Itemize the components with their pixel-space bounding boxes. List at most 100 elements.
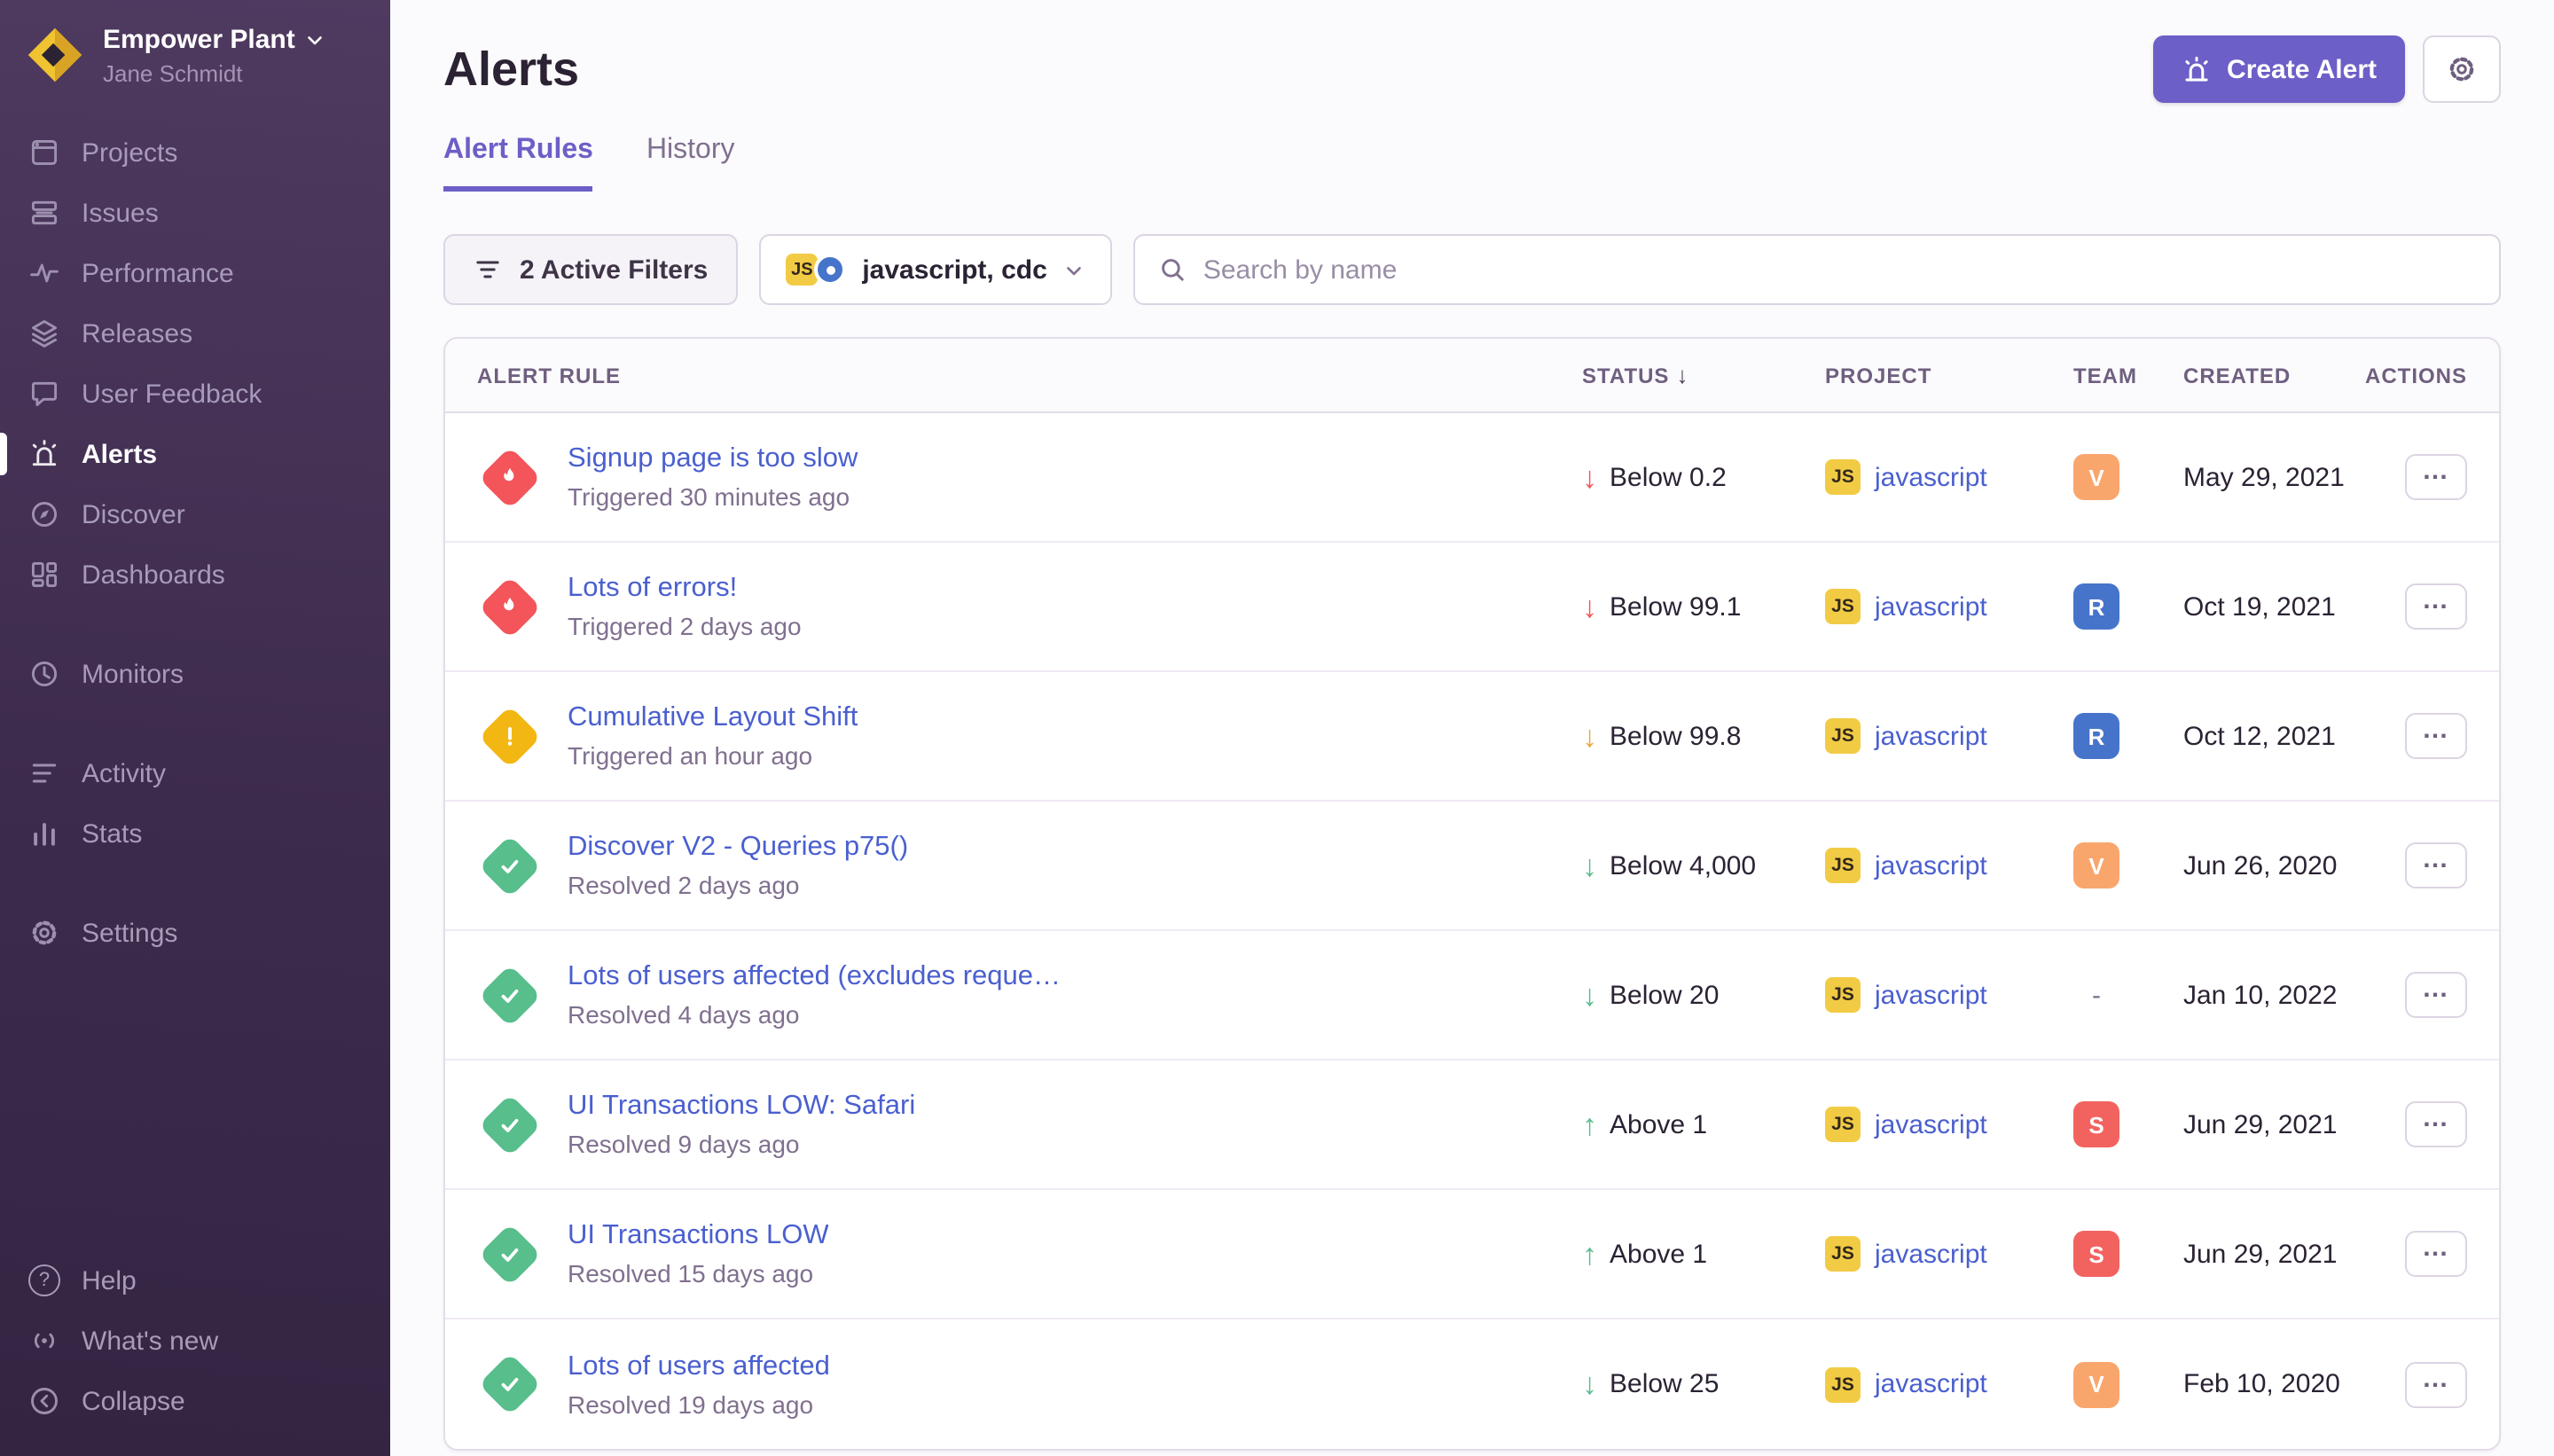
tab-bar: Alert Rules History (443, 135, 2501, 192)
sidebar-item-releases[interactable]: Releases (0, 303, 390, 364)
created-date: Jun 26, 2020 (2183, 850, 2373, 881)
sidebar-item-label: What's new (82, 1326, 218, 1356)
trend-up-icon: ↑ (1582, 1109, 1597, 1139)
row-actions-button[interactable]: … (2405, 1101, 2467, 1147)
sidebar-nav-activity: Activity Stats (0, 743, 390, 864)
sidebar-item-settings[interactable]: Settings (0, 903, 390, 963)
row-actions-button[interactable]: … (2405, 713, 2467, 759)
create-alert-button[interactable]: Create Alert (2152, 35, 2405, 103)
sidebar-item-monitors[interactable]: Monitors (0, 644, 390, 704)
org-meta: Empower Plant Jane Schmidt (103, 25, 327, 87)
sidebar-item-whats-new[interactable]: What's new (0, 1311, 390, 1371)
sidebar-item-alerts[interactable]: Alerts (0, 424, 390, 484)
sidebar-nav-footer: ? Help What's new Collapse (0, 1250, 390, 1431)
sidebar-item-label: Performance (82, 258, 234, 288)
tab-alert-rules[interactable]: Alert Rules (443, 135, 593, 192)
sidebar-item-user-feedback[interactable]: User Feedback (0, 364, 390, 424)
sidebar-item-label: Dashboards (82, 560, 225, 590)
sidebar-item-issues[interactable]: Issues (0, 183, 390, 243)
sidebar-item-help[interactable]: ? Help (0, 1250, 390, 1311)
status-header-label: Status (1582, 363, 1669, 387)
project-link[interactable]: javascript (1875, 980, 1987, 1010)
alert-rule-link[interactable]: Lots of errors! (568, 573, 802, 605)
sidebar-item-performance[interactable]: Performance (0, 243, 390, 303)
alert-rule-subtext: Resolved 19 days ago (568, 1389, 830, 1418)
column-header-alert-rule: Alert Rule (477, 363, 1582, 387)
row-actions-button[interactable]: … (2405, 1231, 2467, 1277)
sidebar-nav-monitors: Monitors (0, 644, 390, 704)
org-logo-icon (25, 25, 85, 85)
sidebar-item-label: User Feedback (82, 379, 262, 409)
sidebar-item-label: Projects (82, 137, 177, 168)
tab-history[interactable]: History (646, 135, 735, 192)
search-icon (1159, 255, 1187, 284)
project-filter-dropdown[interactable]: JS javascript, cdc (759, 234, 1112, 305)
alert-resolved-icon (477, 834, 541, 897)
sidebar-item-projects[interactable]: Projects (0, 122, 390, 183)
app-root: Empower Plant Jane Schmidt Projects Issu… (0, 0, 2554, 1456)
sidebar-item-dashboards[interactable]: Dashboards (0, 544, 390, 605)
javascript-platform-icon: JS (786, 254, 818, 286)
table-row: Cumulative Layout Shift Triggered an hou… (445, 672, 2499, 802)
alert-rule-link[interactable]: Cumulative Layout Shift (568, 702, 858, 734)
project-link[interactable]: javascript (1875, 850, 1987, 881)
check-icon (496, 852, 522, 879)
alert-rule-link[interactable]: Lots of users affected (excludes reque… (568, 961, 1061, 993)
project-link[interactable]: javascript (1875, 591, 1987, 622)
project-link[interactable]: javascript (1875, 1369, 1987, 1399)
row-actions-button[interactable]: … (2405, 972, 2467, 1018)
sidebar-item-discover[interactable]: Discover (0, 484, 390, 544)
project-link[interactable]: javascript (1875, 1109, 1987, 1139)
alert-rule-link[interactable]: Lots of users affected (568, 1350, 830, 1382)
column-header-status[interactable]: Status ↓ (1582, 362, 1825, 388)
create-alert-label: Create Alert (2227, 54, 2377, 84)
row-actions-button[interactable]: … (2405, 454, 2467, 500)
status-threshold: Below 0.2 (1610, 462, 1727, 492)
project-link[interactable]: javascript (1875, 721, 1987, 751)
javascript-platform-icon: JS (1825, 848, 1861, 883)
project-cell: JS javascript (1825, 1107, 2073, 1142)
sidebar-item-activity[interactable]: Activity (0, 743, 390, 803)
org-switcher[interactable]: Empower Plant Jane Schmidt (0, 0, 390, 98)
team-avatar: - (2073, 972, 2119, 1018)
active-filters-button[interactable]: 2 Active Filters (443, 234, 738, 305)
status-cell: ↓ Below 0.2 (1582, 462, 1825, 492)
sort-descending-icon: ↓ (1676, 362, 1688, 388)
row-actions-button[interactable]: … (2405, 842, 2467, 888)
alert-resolved-icon (477, 1352, 541, 1416)
header-actions: Create Alert (2152, 35, 2501, 103)
alert-rule-link[interactable]: UI Transactions LOW (568, 1220, 829, 1252)
alert-rule-link[interactable]: UI Transactions LOW: Safari (568, 1091, 915, 1123)
row-actions-button[interactable]: … (2405, 583, 2467, 630)
team-avatar: R (2073, 583, 2119, 630)
sidebar-item-collapse[interactable]: Collapse (0, 1371, 390, 1431)
row-actions-button[interactable]: … (2405, 1361, 2467, 1407)
cdc-platform-icon (814, 254, 846, 286)
project-cell: JS javascript (1825, 977, 2073, 1013)
project-cell: JS javascript (1825, 1366, 2073, 1402)
fire-icon (496, 593, 522, 620)
alert-rule-link[interactable]: Discover V2 - Queries p75() (568, 832, 908, 864)
table-row: Lots of users affected Resolved 19 days … (445, 1319, 2499, 1449)
siren-icon (2181, 54, 2211, 84)
user-name: Jane Schmidt (103, 60, 327, 87)
status-cell: ↓ Below 4,000 (1582, 850, 1825, 881)
alert-rule-link[interactable]: Signup page is too slow (568, 443, 858, 475)
project-link[interactable]: javascript (1875, 462, 1987, 492)
check-icon (496, 1111, 522, 1138)
trend-down-icon: ↓ (1582, 721, 1597, 751)
collapse-icon (28, 1385, 60, 1417)
alerts-settings-button[interactable] (2423, 35, 2501, 103)
sidebar-item-stats[interactable]: Stats (0, 803, 390, 864)
created-date: Oct 12, 2021 (2183, 721, 2373, 751)
project-cell: JS javascript (1825, 459, 2073, 495)
created-date: Feb 10, 2020 (2183, 1369, 2373, 1399)
sidebar-item-label: Collapse (82, 1386, 185, 1416)
search-input[interactable] (1203, 254, 2476, 285)
projects-icon (28, 137, 60, 168)
table-row: Lots of users affected (excludes reque… … (445, 931, 2499, 1061)
page-title: Alerts (443, 42, 579, 97)
status-cell: ↓ Below 99.8 (1582, 721, 1825, 751)
issues-icon (28, 197, 60, 229)
project-link[interactable]: javascript (1875, 1239, 1987, 1269)
